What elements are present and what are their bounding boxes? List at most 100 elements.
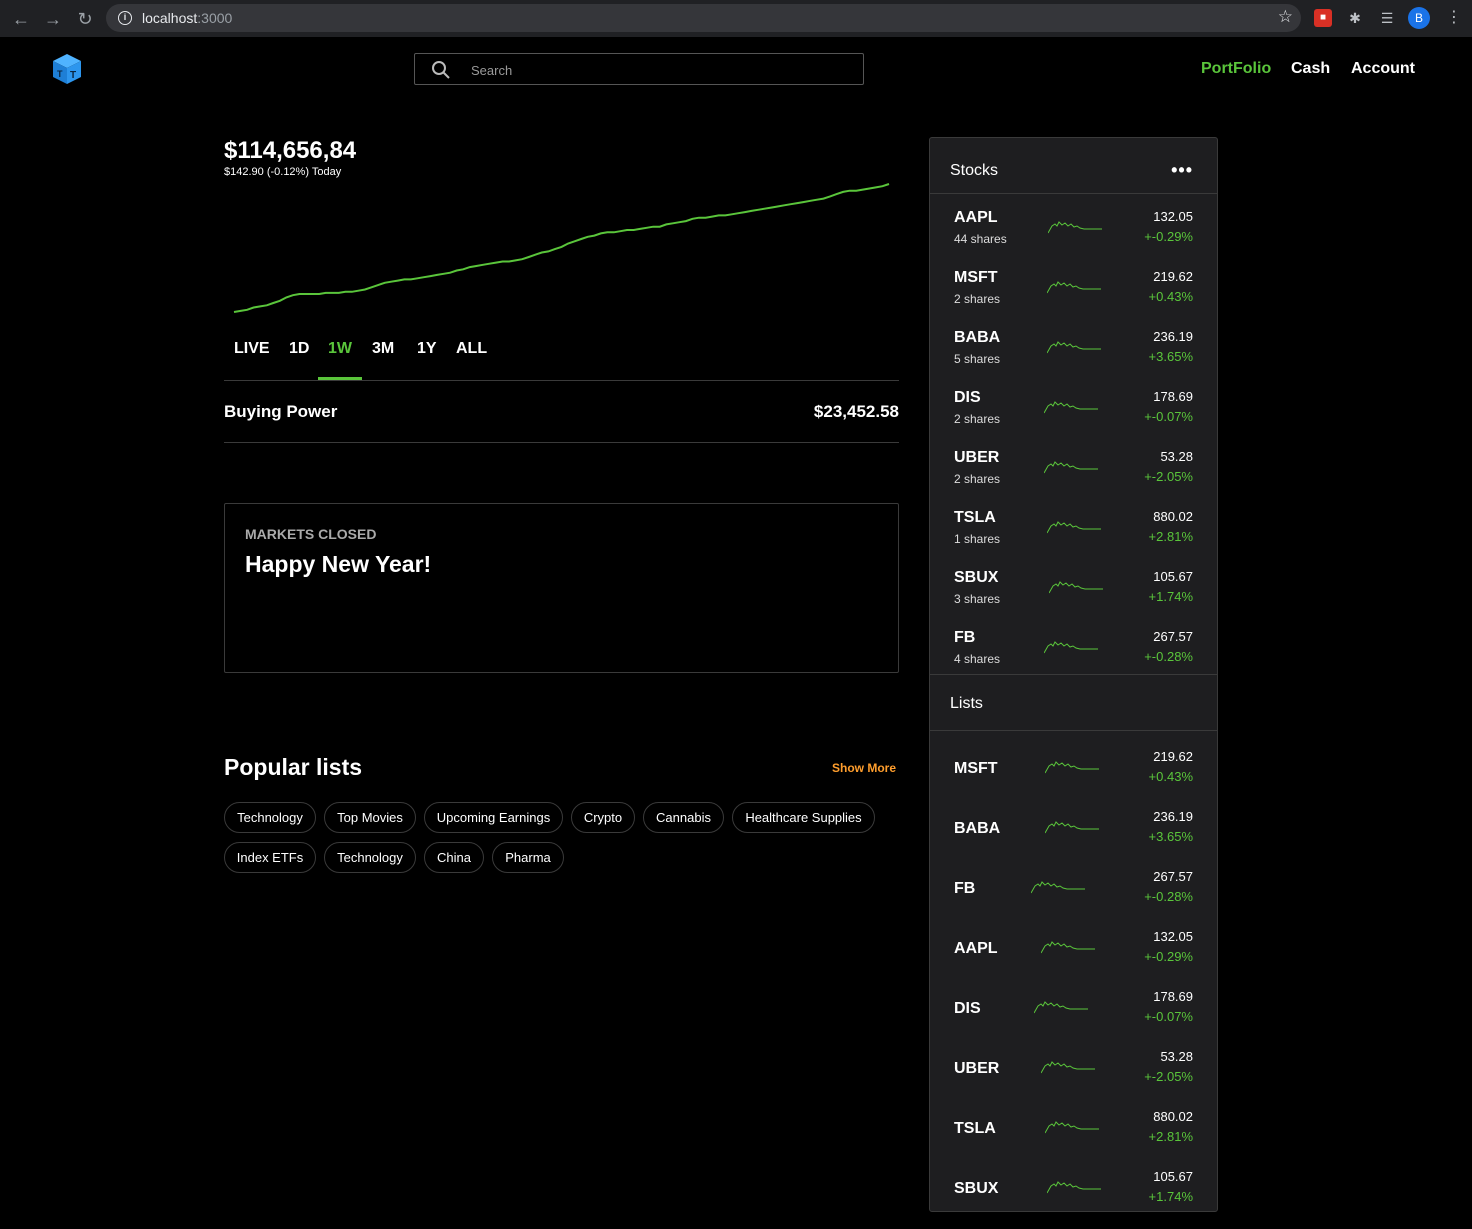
stock-symbol: MSFT (954, 269, 998, 286)
list-change: +3.65% (1148, 829, 1193, 844)
stock-price: 178.69 (1153, 389, 1193, 404)
show-more-link[interactable]: Show More (832, 761, 896, 775)
stock-symbol: DIS (954, 389, 981, 406)
list-symbol: MSFT (954, 760, 998, 777)
buying-power-row[interactable]: Buying Power $23,452.58 (224, 381, 899, 443)
list-price: 105.67 (1153, 1169, 1193, 1184)
sparkline (1047, 281, 1101, 294)
popular-lists-title: Popular lists (224, 754, 363, 780)
sparkline (1044, 461, 1098, 474)
stock-price: 267.57 (1153, 629, 1193, 644)
stock-shares: 5 shares (954, 352, 1001, 366)
chip-index-etfs[interactable]: Index ETFs (224, 842, 316, 873)
back-arrow-icon[interactable]: ← (10, 8, 32, 30)
list-row[interactable]: FB 267.57 +-0.28% (930, 860, 1217, 920)
portfolio-value: $114,656,84 (224, 137, 357, 164)
profile-avatar[interactable]: B (1408, 7, 1430, 29)
list-symbol: BABA (954, 820, 1001, 837)
search-input[interactable] (471, 60, 851, 80)
chip-healthcare-supplies[interactable]: Healthcare Supplies (732, 802, 875, 833)
chip-pharma[interactable]: Pharma (492, 842, 564, 873)
stock-change: +2.81% (1148, 529, 1193, 544)
list-change: +-0.29% (1144, 949, 1193, 964)
extension-icon[interactable]: ■ (1314, 9, 1332, 27)
time-range-tabs: LIVE 1D 1W 3M 1Y ALL (224, 340, 899, 381)
stock-shares: 44 shares (954, 232, 1007, 246)
list-row[interactable]: DIS 178.69 +-0.07% (930, 980, 1217, 1040)
browser-toolbar: ← → ↻ i localhost:3000 ☆ ■ ✱ ☰ B ⋮ (0, 0, 1472, 37)
list-row[interactable]: UBER 53.28 +-2.05% (930, 1040, 1217, 1100)
sparkline (1031, 881, 1085, 894)
stock-price: 219.62 (1153, 269, 1193, 284)
stocks-title: Stocks (950, 162, 999, 179)
range-tab-live[interactable]: LIVE (234, 340, 270, 358)
list-row[interactable]: SBUX 105.67 +1.74% (930, 1160, 1217, 1211)
nav-portfolio-link[interactable]: PortFolio (1201, 60, 1271, 78)
list-price: 178.69 (1153, 989, 1193, 1004)
range-tab-3m[interactable]: 3M (372, 340, 394, 358)
browser-menu-icon[interactable]: ⋮ (1446, 8, 1462, 28)
stock-price: 132.05 (1153, 209, 1193, 224)
buying-power-amount: $23,452.58 (813, 402, 899, 421)
stock-shares: 2 shares (954, 412, 1001, 426)
portfolio-series-line (233, 183, 890, 313)
list-symbol: FB (954, 880, 976, 897)
list-price: 236.19 (1153, 809, 1193, 824)
bookmark-star-icon[interactable]: ☆ (1278, 7, 1293, 27)
list-row[interactable]: AAPL 132.05 +-0.29% (930, 920, 1217, 980)
address-bar[interactable]: i localhost:3000 ☆ (106, 4, 1301, 32)
list-row[interactable]: MSFT 219.62 +0.43% (930, 740, 1217, 800)
list-price: 219.62 (1153, 749, 1193, 764)
search-bar[interactable] (414, 53, 864, 85)
stock-row[interactable]: AAPL 44 shares 132.05 +-0.29% (930, 200, 1217, 260)
range-tab-1y[interactable]: 1Y (417, 340, 437, 358)
range-tab-all[interactable]: ALL (456, 340, 487, 358)
stock-row[interactable]: BABA 5 shares 236.19 +3.65% (930, 320, 1217, 380)
stock-row[interactable]: SBUX 3 shares 105.67 +1.74% (930, 560, 1217, 620)
lists-header: Lists (930, 675, 1217, 731)
nav-cash-link[interactable]: Cash (1291, 60, 1330, 78)
chip-crypto[interactable]: Crypto (571, 802, 635, 833)
chip-top-movies[interactable]: Top Movies (324, 802, 416, 833)
list-change: +2.81% (1148, 1129, 1193, 1144)
stock-shares: 2 shares (954, 292, 1001, 306)
portfolio-line-chart[interactable] (224, 180, 899, 320)
media-control-icon[interactable]: ☰ (1378, 9, 1396, 27)
stock-symbol: UBER (954, 449, 1000, 466)
chip-upcoming-earnings[interactable]: Upcoming Earnings (424, 802, 563, 833)
stock-change: +3.65% (1148, 349, 1193, 364)
range-tab-1w[interactable]: 1W (318, 340, 362, 380)
reload-icon[interactable]: ↻ (74, 8, 96, 30)
chip-technology-2[interactable]: Technology (324, 842, 416, 873)
nav-account-link[interactable]: Account (1351, 60, 1415, 78)
stock-shares: 2 shares (954, 472, 1001, 486)
stock-row[interactable]: UBER 2 shares 53.28 +-2.05% (930, 440, 1217, 500)
url-text[interactable]: localhost:3000 (142, 10, 232, 26)
portfolio-change-today: $142.90 (-0.12%) Today (224, 166, 342, 178)
stock-row[interactable]: TSLA 1 shares 880.02 +2.81% (930, 500, 1217, 560)
stock-row[interactable]: DIS 2 shares 178.69 +-0.07% (930, 380, 1217, 440)
chip-technology[interactable]: Technology (224, 802, 316, 833)
stock-row[interactable]: MSFT 2 shares 219.62 +0.43% (930, 260, 1217, 320)
stock-change: +-0.29% (1144, 229, 1193, 244)
list-row[interactable]: BABA 236.19 +3.65% (930, 800, 1217, 860)
stock-row[interactable]: FB 4 shares 267.57 +-0.28% (930, 620, 1217, 680)
chip-china[interactable]: China (424, 842, 484, 873)
site-info-icon[interactable]: i (118, 11, 132, 25)
list-change: +1.74% (1148, 1189, 1193, 1204)
sparkline (1041, 941, 1095, 954)
forward-arrow-icon[interactable]: → (42, 8, 64, 30)
stocks-header: Stocks ••• (930, 138, 1217, 194)
list-row[interactable]: TSLA 880.02 +2.81% (930, 1100, 1217, 1160)
range-tab-1d[interactable]: 1D (289, 340, 309, 358)
svg-text:T: T (57, 69, 63, 79)
puzzle-extensions-icon[interactable]: ✱ (1346, 9, 1364, 27)
sparkline (1045, 821, 1099, 834)
more-horizontal-icon[interactable]: ••• (1171, 160, 1193, 181)
list-symbol: TSLA (954, 1120, 996, 1137)
stock-price: 880.02 (1153, 509, 1193, 524)
sparkline (1041, 1061, 1095, 1074)
chip-cannabis[interactable]: Cannabis (643, 802, 724, 833)
svg-text:T: T (70, 70, 76, 81)
app-logo-icon[interactable]: T T (50, 52, 84, 86)
